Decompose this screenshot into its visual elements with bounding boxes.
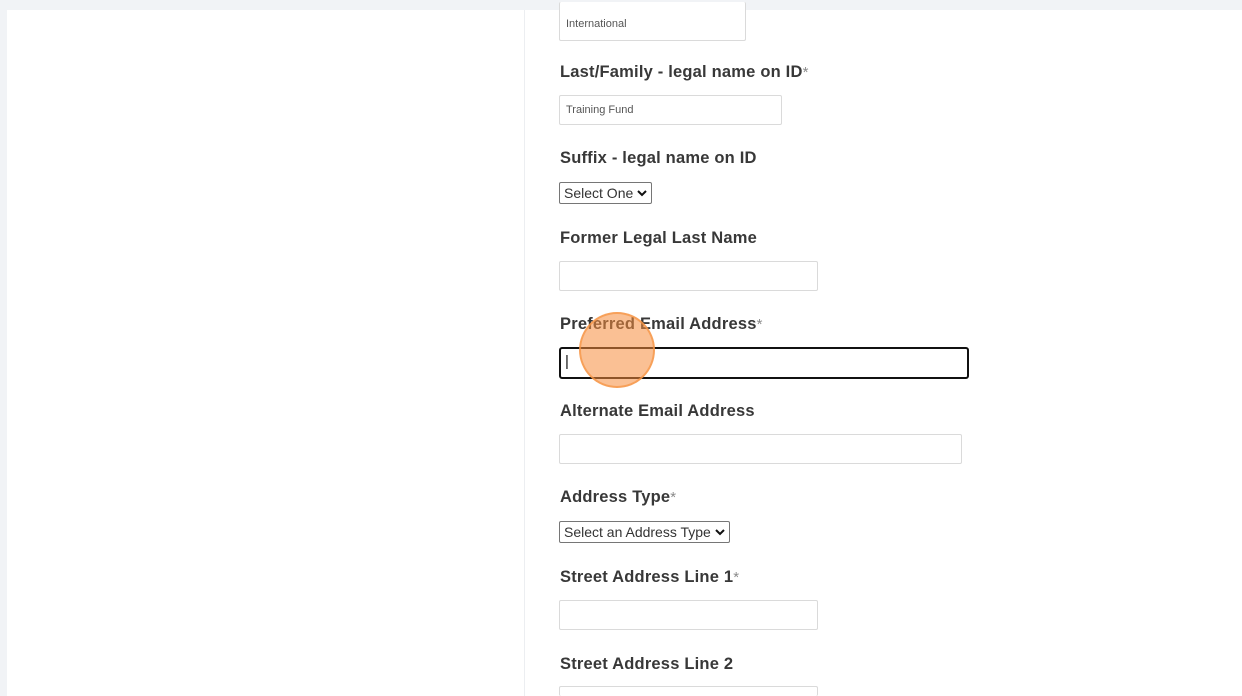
street-line1-label: Street Address Line 1* — [560, 568, 739, 587]
address-type-selected-value: Select an Address Type — [564, 524, 711, 540]
required-marker: * — [670, 489, 677, 506]
required-marker: * — [756, 316, 763, 333]
left-column-divider — [524, 10, 525, 696]
suffix-selected-value: Select One — [564, 185, 634, 201]
address-type-select[interactable]: Select an Address Type — [559, 521, 730, 543]
last-name-input[interactable]: Training Fund — [559, 95, 782, 125]
street-line1-input[interactable] — [559, 600, 818, 630]
former-last-name-label: Former Legal Last Name — [560, 229, 757, 247]
click-indicator — [579, 312, 655, 388]
last-name-label-text: Last/Family - legal name on ID — [560, 63, 803, 81]
address-type-label-text: Address Type — [560, 488, 671, 506]
suffix-label: Suffix - legal name on ID — [560, 149, 757, 167]
street-line2-label: Street Address Line 2 — [560, 655, 734, 673]
alternate-email-label: Alternate Email Address — [560, 402, 755, 420]
street-line1-label-text: Street Address Line 1 — [560, 568, 734, 586]
last-name-label: Last/Family - legal name on ID* — [560, 63, 809, 82]
required-marker: * — [802, 64, 809, 81]
former-last-name-input[interactable] — [559, 261, 818, 291]
suffix-select[interactable]: Select One — [559, 182, 653, 204]
middle-name-input[interactable]: International — [559, 2, 746, 41]
street-line2-input[interactable] — [559, 686, 818, 696]
chevron-down-icon — [637, 190, 647, 197]
chevron-down-icon — [715, 529, 725, 536]
address-type-label: Address Type* — [560, 488, 676, 507]
alternate-email-input[interactable] — [559, 434, 962, 464]
required-marker: * — [733, 569, 740, 586]
